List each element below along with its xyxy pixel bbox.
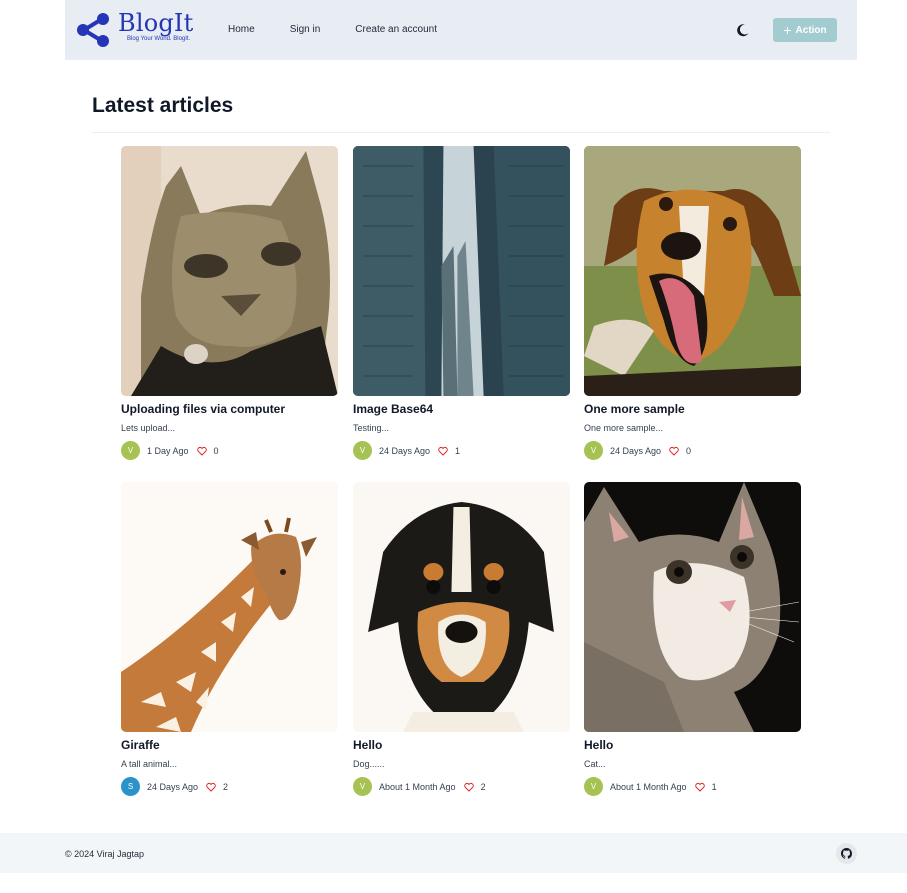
- avatar[interactable]: V: [584, 441, 603, 460]
- brand-tagline: Blog Your World. BlogIt.: [127, 36, 191, 42]
- navbar: BlogIt Blog Your World. BlogIt. Home Sig…: [65, 0, 857, 60]
- divider: [92, 132, 830, 133]
- page-title: Latest articles: [92, 94, 234, 117]
- heart-icon[interactable]: [669, 446, 679, 456]
- heart-icon[interactable]: [438, 446, 448, 456]
- avatar[interactable]: V: [584, 777, 603, 796]
- skyscrapers-photo-image[interactable]: [353, 146, 570, 396]
- footer: © 2024 Viraj Jagtap: [0, 833, 907, 873]
- like-count: 2: [480, 781, 486, 792]
- like-count: 2: [223, 781, 229, 792]
- like-count: 1: [711, 781, 717, 792]
- brand-logo[interactable]: BlogIt Blog Your World. BlogIt.: [75, 10, 193, 48]
- article-title[interactable]: Image Base64: [353, 402, 570, 416]
- article-meta: V 24 Days Ago 0: [584, 441, 801, 460]
- heart-icon[interactable]: [196, 446, 207, 456]
- avatar[interactable]: V: [121, 441, 140, 460]
- article-title[interactable]: Hello: [353, 738, 570, 752]
- article-card[interactable]: Image Base64 Testing... V 24 Days Ago 1: [353, 146, 570, 460]
- article-description: Testing...: [353, 423, 390, 433]
- nav-create-account-link[interactable]: Create an account: [355, 24, 437, 35]
- brand-name: BlogIt: [118, 9, 194, 37]
- article-meta: V About 1 Month Ago 2: [353, 777, 570, 796]
- article-meta: V About 1 Month Ago 1: [584, 777, 801, 796]
- article-description: One more sample...: [584, 423, 664, 433]
- github-icon: [841, 848, 852, 859]
- github-link-button[interactable]: [836, 843, 857, 864]
- action-button-label: Action: [795, 24, 827, 36]
- article-title[interactable]: One more sample: [584, 402, 801, 416]
- share-icon: [77, 13, 109, 47]
- article-meta: V 1 Day Ago 0: [121, 441, 338, 460]
- article-card[interactable]: One more sample One more sample... V 24 …: [584, 146, 801, 460]
- nav-signin-link[interactable]: Sign in: [290, 24, 321, 35]
- like-count: 0: [213, 445, 219, 456]
- article-description: Cat...: [584, 759, 606, 769]
- action-button[interactable]: + Action: [773, 18, 837, 42]
- article-date: 24 Days Ago: [379, 445, 431, 456]
- heart-icon[interactable]: [694, 782, 705, 792]
- article-card[interactable]: Hello Dog...... V About 1 Month Ago 2: [353, 482, 570, 796]
- like-count: 0: [686, 445, 692, 456]
- puppy-photo-image[interactable]: [353, 482, 570, 732]
- cat-photo-image[interactable]: [121, 146, 338, 396]
- article-date: About 1 Month Ago: [610, 781, 687, 792]
- theme-toggle-button[interactable]: [735, 22, 751, 38]
- article-date: About 1 Month Ago: [379, 781, 456, 792]
- article-meta: V 24 Days Ago 1: [353, 441, 570, 460]
- article-description: A tall animal...: [121, 759, 178, 769]
- avatar[interactable]: S: [121, 777, 140, 796]
- article-card[interactable]: Uploading files via computer Lets upload…: [121, 146, 338, 460]
- avatar[interactable]: V: [353, 441, 372, 460]
- article-description: Lets upload...: [121, 423, 176, 433]
- article-card[interactable]: Hello Cat... V About 1 Month Ago 1: [584, 482, 801, 796]
- nav-links: Home Sign in Create an account: [228, 24, 472, 35]
- giraffe-photo-image[interactable]: [121, 482, 338, 732]
- article-card[interactable]: Giraffe A tall animal... S 24 Days Ago 2: [121, 482, 338, 796]
- plus-icon: +: [783, 22, 792, 38]
- moon-icon: [737, 24, 749, 37]
- like-count: 1: [455, 445, 461, 456]
- heart-icon[interactable]: [206, 782, 216, 792]
- copyright-text: © 2024 Viraj Jagtap: [65, 849, 145, 859]
- article-description: Dog......: [353, 759, 385, 769]
- heart-icon[interactable]: [463, 782, 474, 792]
- article-title[interactable]: Giraffe: [121, 738, 338, 752]
- article-title[interactable]: Uploading files via computer: [121, 402, 338, 416]
- avatar[interactable]: V: [353, 777, 372, 796]
- article-date: 24 Days Ago: [610, 445, 662, 456]
- article-date: 1 Day Ago: [147, 445, 189, 456]
- article-meta: S 24 Days Ago 2: [121, 777, 338, 796]
- article-title[interactable]: Hello: [584, 738, 801, 752]
- dog-photo-image[interactable]: [584, 146, 801, 396]
- nav-home-link[interactable]: Home: [228, 24, 255, 35]
- article-date: 24 Days Ago: [147, 781, 199, 792]
- kitten-photo-image[interactable]: [584, 482, 801, 732]
